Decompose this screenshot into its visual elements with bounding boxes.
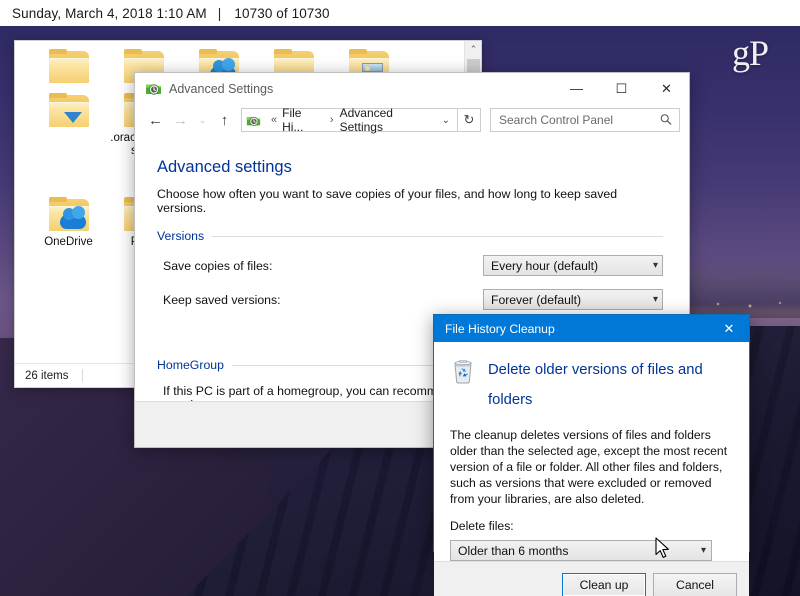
chevron-down-icon: ▾ [652, 294, 658, 305]
homegroup-group-label: HomeGroup [157, 358, 224, 372]
search-placeholder: Search Control Panel [499, 113, 614, 127]
status-divider [82, 369, 84, 382]
forward-button[interactable]: → [168, 107, 193, 133]
back-button[interactable]: ← [143, 107, 168, 133]
list-item[interactable]: OneDrive [31, 193, 106, 279]
breadcrumb-item-file-history[interactable]: File Hi... [282, 106, 324, 134]
save-copies-row: Save copies of files: Every hour (defaul… [157, 255, 663, 276]
chevron-down-icon: ▾ [700, 545, 706, 556]
window-controls: — ☐ ✕ [554, 73, 689, 104]
keep-versions-value: Forever (default) [491, 292, 582, 307]
dialog-description: The cleanup deletes versions of files an… [450, 428, 728, 506]
recent-locations-button[interactable]: ⌄ [193, 107, 212, 133]
list-item[interactable] [31, 45, 106, 89]
save-copies-label: Save copies of files: [163, 258, 273, 273]
file-history-icon [246, 113, 261, 128]
header-bar: Sunday, March 4, 2018 1:10 AM | 10730 of… [0, 0, 800, 26]
minimize-button[interactable]: — [554, 73, 599, 104]
save-copies-dropdown[interactable]: Every hour (default) ▾ [483, 255, 663, 276]
dialog-footer: Clean up Cancel [434, 561, 749, 596]
dialog-close-button[interactable]: ✕ [709, 315, 749, 342]
window-title-label: Advanced Settings [169, 81, 274, 96]
navigation-bar: ← → ⌄ ↑ « File Hi... › Advanced Settings… [135, 104, 689, 136]
header-separator: | [217, 5, 222, 21]
dialog-title-bar: File History Cleanup ✕ [434, 315, 749, 342]
screenshot-root: Sunday, March 4, 2018 1:10 AM | 10730 of… [0, 0, 800, 596]
dialog-heading: Delete older versions of files and folde… [488, 362, 703, 408]
versions-group-header: Versions [157, 229, 663, 243]
list-item-label: OneDrive [44, 236, 93, 248]
breadcrumb[interactable]: « File Hi... › Advanced Settings ⌄ [241, 106, 458, 134]
breadcrumb-separator-icon: › [329, 114, 334, 126]
list-item[interactable] [31, 89, 106, 133]
delete-files-label: Delete files: [450, 519, 514, 533]
search-icon [657, 110, 676, 129]
scroll-up-icon[interactable]: ⌃ [465, 41, 481, 58]
dialog-body: Delete older versions of files and folde… [434, 342, 749, 561]
item-count-label: 26 items [25, 369, 69, 382]
chevron-down-icon: ▾ [652, 260, 658, 271]
dialog-heading-row: Delete older versions of files and folde… [448, 355, 733, 415]
up-button[interactable]: ↑ [212, 107, 237, 133]
page-subtitle: Choose how often you want to save copies… [157, 187, 618, 215]
breadcrumb-overflow-icon[interactable]: « [271, 114, 277, 126]
keep-versions-dropdown[interactable]: Forever (default) ▾ [483, 289, 663, 310]
cancel-button[interactable]: Cancel [653, 572, 737, 596]
folder-onedrive-icon [47, 197, 91, 233]
window-title-bar[interactable]: Advanced Settings — ☐ ✕ [135, 73, 689, 104]
page-title: Advanced settings [157, 158, 292, 176]
refresh-icon[interactable]: ↻ [458, 108, 481, 132]
mouse-cursor [655, 537, 671, 565]
maximize-button[interactable]: ☐ [599, 73, 644, 104]
delete-files-dropdown[interactable]: Older than 6 months ▾ [450, 540, 712, 561]
breadcrumb-item-advanced-settings[interactable]: Advanced Settings [340, 106, 435, 134]
file-history-cleanup-dialog[interactable]: File History Cleanup ✕ Delete older vers… [433, 314, 750, 596]
dialog-title-label: File History Cleanup [445, 321, 555, 336]
header-counter: 10730 of 10730 [234, 5, 330, 21]
chevron-down-icon[interactable]: ⌄ [435, 115, 457, 126]
recycle-bin-icon [448, 355, 478, 385]
header-datetime: Sunday, March 4, 2018 1:10 AM [12, 5, 207, 21]
folder-icon [47, 49, 91, 85]
clean-up-button[interactable]: Clean up [562, 572, 646, 596]
group-divider [212, 235, 663, 237]
keep-versions-row: Keep saved versions: Forever (default) ▾ [157, 289, 663, 310]
save-copies-value: Every hour (default) [491, 258, 599, 273]
versions-group-label: Versions [157, 229, 205, 243]
delete-files-value: Older than 6 months [458, 543, 569, 558]
close-button[interactable]: ✕ [644, 73, 689, 104]
folder-download-icon [47, 93, 91, 129]
search-input[interactable]: Search Control Panel [490, 108, 680, 132]
watermark-logo: gP [731, 33, 769, 73]
file-history-icon [145, 80, 162, 97]
keep-versions-label: Keep saved versions: [163, 292, 281, 307]
